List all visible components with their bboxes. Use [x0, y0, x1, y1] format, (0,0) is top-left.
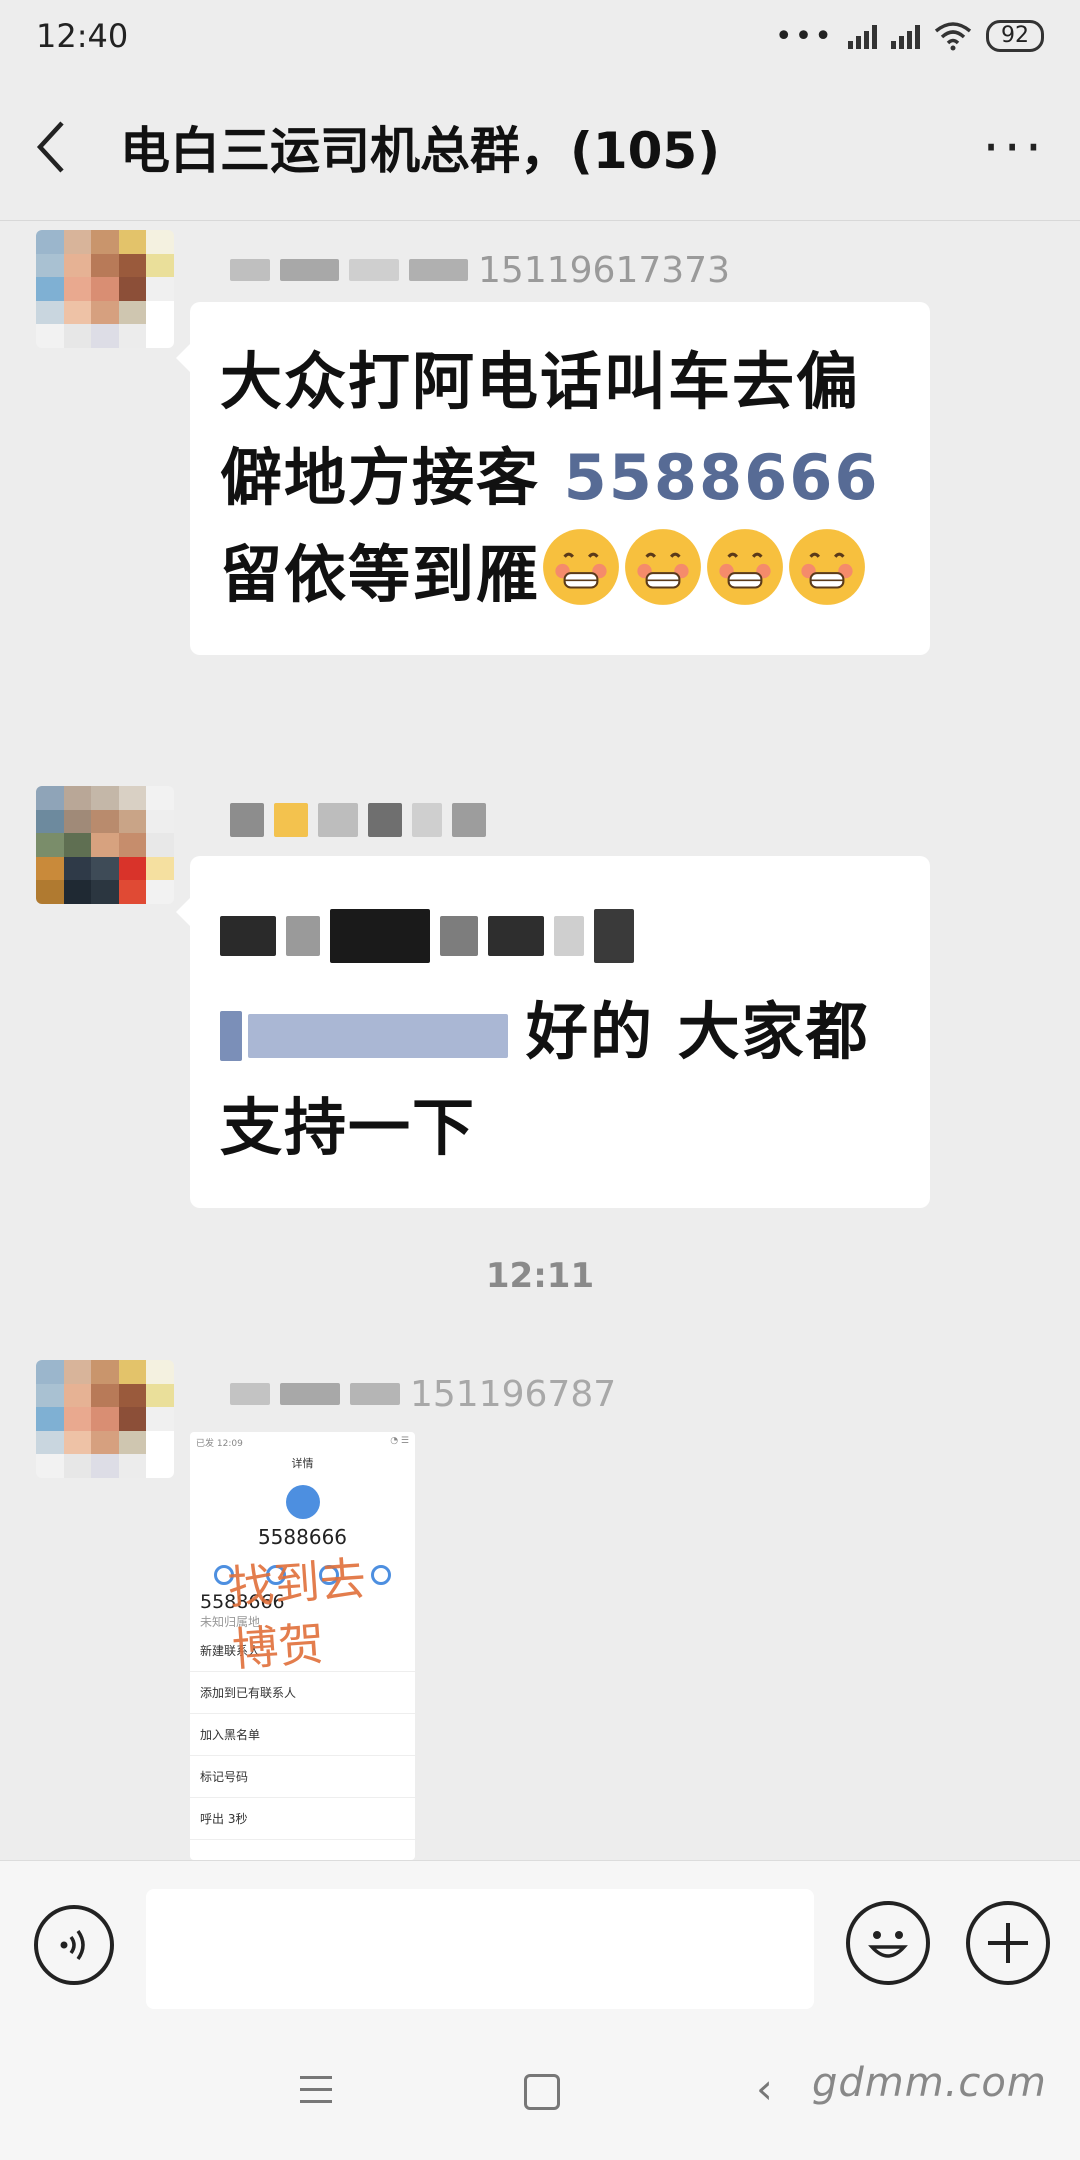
more-actions-button[interactable]	[966, 1901, 1050, 1985]
message-bubble[interactable]: 大众打阿电话叫车去偏僻地方接客 5588666 留依等到雁	[176, 302, 930, 655]
recents-icon[interactable]	[300, 2076, 332, 2112]
thumb-row: 呼出 3秒	[190, 1798, 415, 1840]
emoji-button[interactable]	[846, 1901, 930, 1985]
avatar[interactable]	[36, 230, 174, 348]
contact-avatar-icon	[285, 1485, 320, 1519]
voice-icon	[60, 1929, 85, 1961]
sender-name-blurred	[230, 790, 730, 850]
grin-emoji-icon	[704, 526, 786, 608]
message-input[interactable]	[146, 1889, 814, 2009]
watermark: gdmm.com	[812, 2060, 1047, 2106]
sender-name-blurred: 15119617373	[230, 240, 730, 300]
thumb-row: 加入黑名单	[190, 1714, 415, 1756]
thumb-title: 详情	[291, 1457, 314, 1470]
header-divider	[0, 220, 1080, 221]
back-icon[interactable]	[34, 117, 78, 177]
time-separator: 12:11	[485, 1256, 595, 1296]
status-bar: 12:40 ••• 92	[0, 0, 1080, 72]
input-bar	[0, 1860, 1080, 2031]
chat-title: 电白三运司机总群，(105)	[120, 122, 721, 180]
voice-input-button[interactable]	[34, 1905, 114, 1985]
status-icons: ••• 92	[775, 19, 1044, 54]
message-text-after: 留依等到雁	[220, 538, 541, 611]
grin-emoji-icon	[622, 526, 704, 608]
sender-name-blurred: 151196787	[230, 1364, 730, 1424]
more-options-icon[interactable]: ···	[983, 116, 1047, 179]
thumb-status-bar: 已发 12:09 ◔ ☰	[196, 1436, 409, 1449]
smiley-icon	[868, 1931, 908, 1958]
handwritten-scrawl: 找到去博贺	[226, 1551, 368, 1677]
grin-emoji-icon	[786, 526, 868, 608]
message-bubble[interactable]: 好的 大家都支持一下	[176, 856, 930, 1208]
image-message-thumbnail[interactable]: 已发 12:09 ◔ ☰ 详情 5588666 5588666 未知归属地 新建联…	[190, 1432, 415, 1860]
battery-icon: 92	[986, 20, 1044, 52]
thumb-row: 标记号码	[190, 1756, 415, 1798]
redacted-text-line	[220, 888, 900, 984]
nav-back-icon[interactable]: ‹	[756, 2064, 773, 2113]
redacted-phone-line	[220, 1010, 508, 1061]
thumb-row: 添加到已有联系人	[190, 1672, 415, 1714]
plus-icon	[988, 1923, 1028, 1963]
avatar[interactable]	[36, 786, 174, 904]
thumb-number: 5588666	[257, 1525, 348, 1549]
phone-link[interactable]: 5588666	[564, 441, 880, 514]
grin-emoji-icon	[540, 526, 622, 608]
signal-icon	[848, 23, 877, 49]
home-icon[interactable]	[524, 2074, 560, 2110]
signal-icon-2	[891, 23, 920, 49]
status-time: 12:40	[36, 17, 129, 55]
more-signal-icon: •••	[774, 18, 834, 54]
sender-id: 151196787	[410, 1373, 617, 1415]
avatar[interactable]	[36, 1360, 174, 1478]
wifi-icon	[934, 22, 972, 51]
chat-header: 电白三运司机总群，(105) ···	[0, 72, 1080, 222]
sender-id: 15119617373	[478, 249, 730, 291]
